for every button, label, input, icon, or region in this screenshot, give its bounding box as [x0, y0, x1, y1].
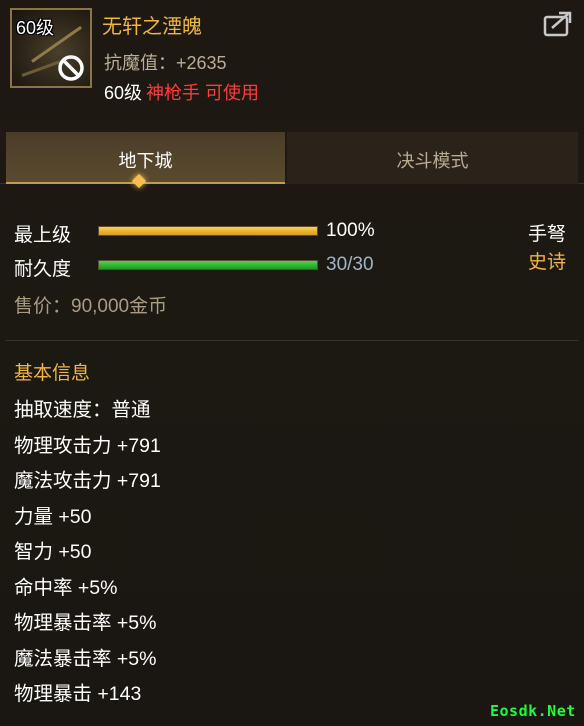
durability-bar [98, 260, 318, 270]
durability-value: 30/30 [326, 254, 374, 275]
attribute-item: 魔法暴击率 +5% [14, 647, 157, 670]
item-header: 60级 无轩之湮魄 抗魔值：+2635 60级 神枪手 可使用 [0, 0, 584, 118]
required-level: 60级 [104, 83, 143, 103]
attribute-item: 物理攻击力 +791 [14, 434, 161, 457]
sell-price: 售价：90,000金币 [14, 296, 168, 317]
item-art-streak [21, 60, 61, 77]
attribute-item: 物理暴击 +143 [14, 683, 142, 705]
quality-bar-fill [99, 227, 317, 235]
tab-dungeon-label: 地下城 [118, 151, 173, 171]
required-class: 神枪手 可使用 [146, 83, 260, 103]
quality-value: 100% [326, 220, 375, 241]
mode-tabs: 地下城 决斗模式 [0, 124, 584, 189]
durability-bar-fill [99, 261, 317, 269]
attribute-item: 抽取速度：普通 [14, 399, 151, 421]
attribute-item: 智力 +50 [14, 541, 92, 563]
attribute-item: 魔法攻击力 +791 [14, 470, 161, 492]
attribute-item: 力量 +50 [14, 505, 92, 528]
share-icon[interactable] [542, 10, 574, 38]
requirement-line: 60级 神枪手 可使用 [104, 79, 259, 105]
item-name: 无轩之湮魄 [102, 16, 202, 38]
attribute-item: 命中率 +5% [14, 576, 118, 599]
durability-label: 耐久度 [14, 259, 72, 280]
quality-bar [98, 226, 318, 236]
tab-pvp-label: 决斗模式 [396, 151, 469, 171]
magic-defense-stat: 抗魔值：+2635 [104, 53, 227, 73]
section-divider [6, 340, 578, 341]
item-level-badge: 60级 [16, 18, 55, 38]
attribute-item: 物理暴击率 +5% [14, 612, 157, 634]
tab-dungeon[interactable]: 地下城 [6, 132, 285, 184]
no-entry-icon [58, 55, 84, 81]
quality-label: 最上级 [14, 225, 72, 246]
weapon-type: 手弩 [528, 224, 567, 245]
rarity: 史诗 [528, 252, 567, 273]
item-icon: 60级 [10, 8, 92, 88]
section-title: 基本信息 [14, 363, 91, 384]
attribute-list: 抽取速度：普通 物理攻击力 +791 魔法攻击力 +791 力量 +50 智力 … [14, 396, 161, 716]
tab-pvp[interactable]: 决斗模式 [287, 132, 578, 184]
watermark: Eosdk.Net [490, 702, 576, 720]
item-tooltip: 60级 无轩之湮魄 抗魔值：+2635 60级 神枪手 可使用 地下城 决斗模式 … [0, 0, 584, 726]
